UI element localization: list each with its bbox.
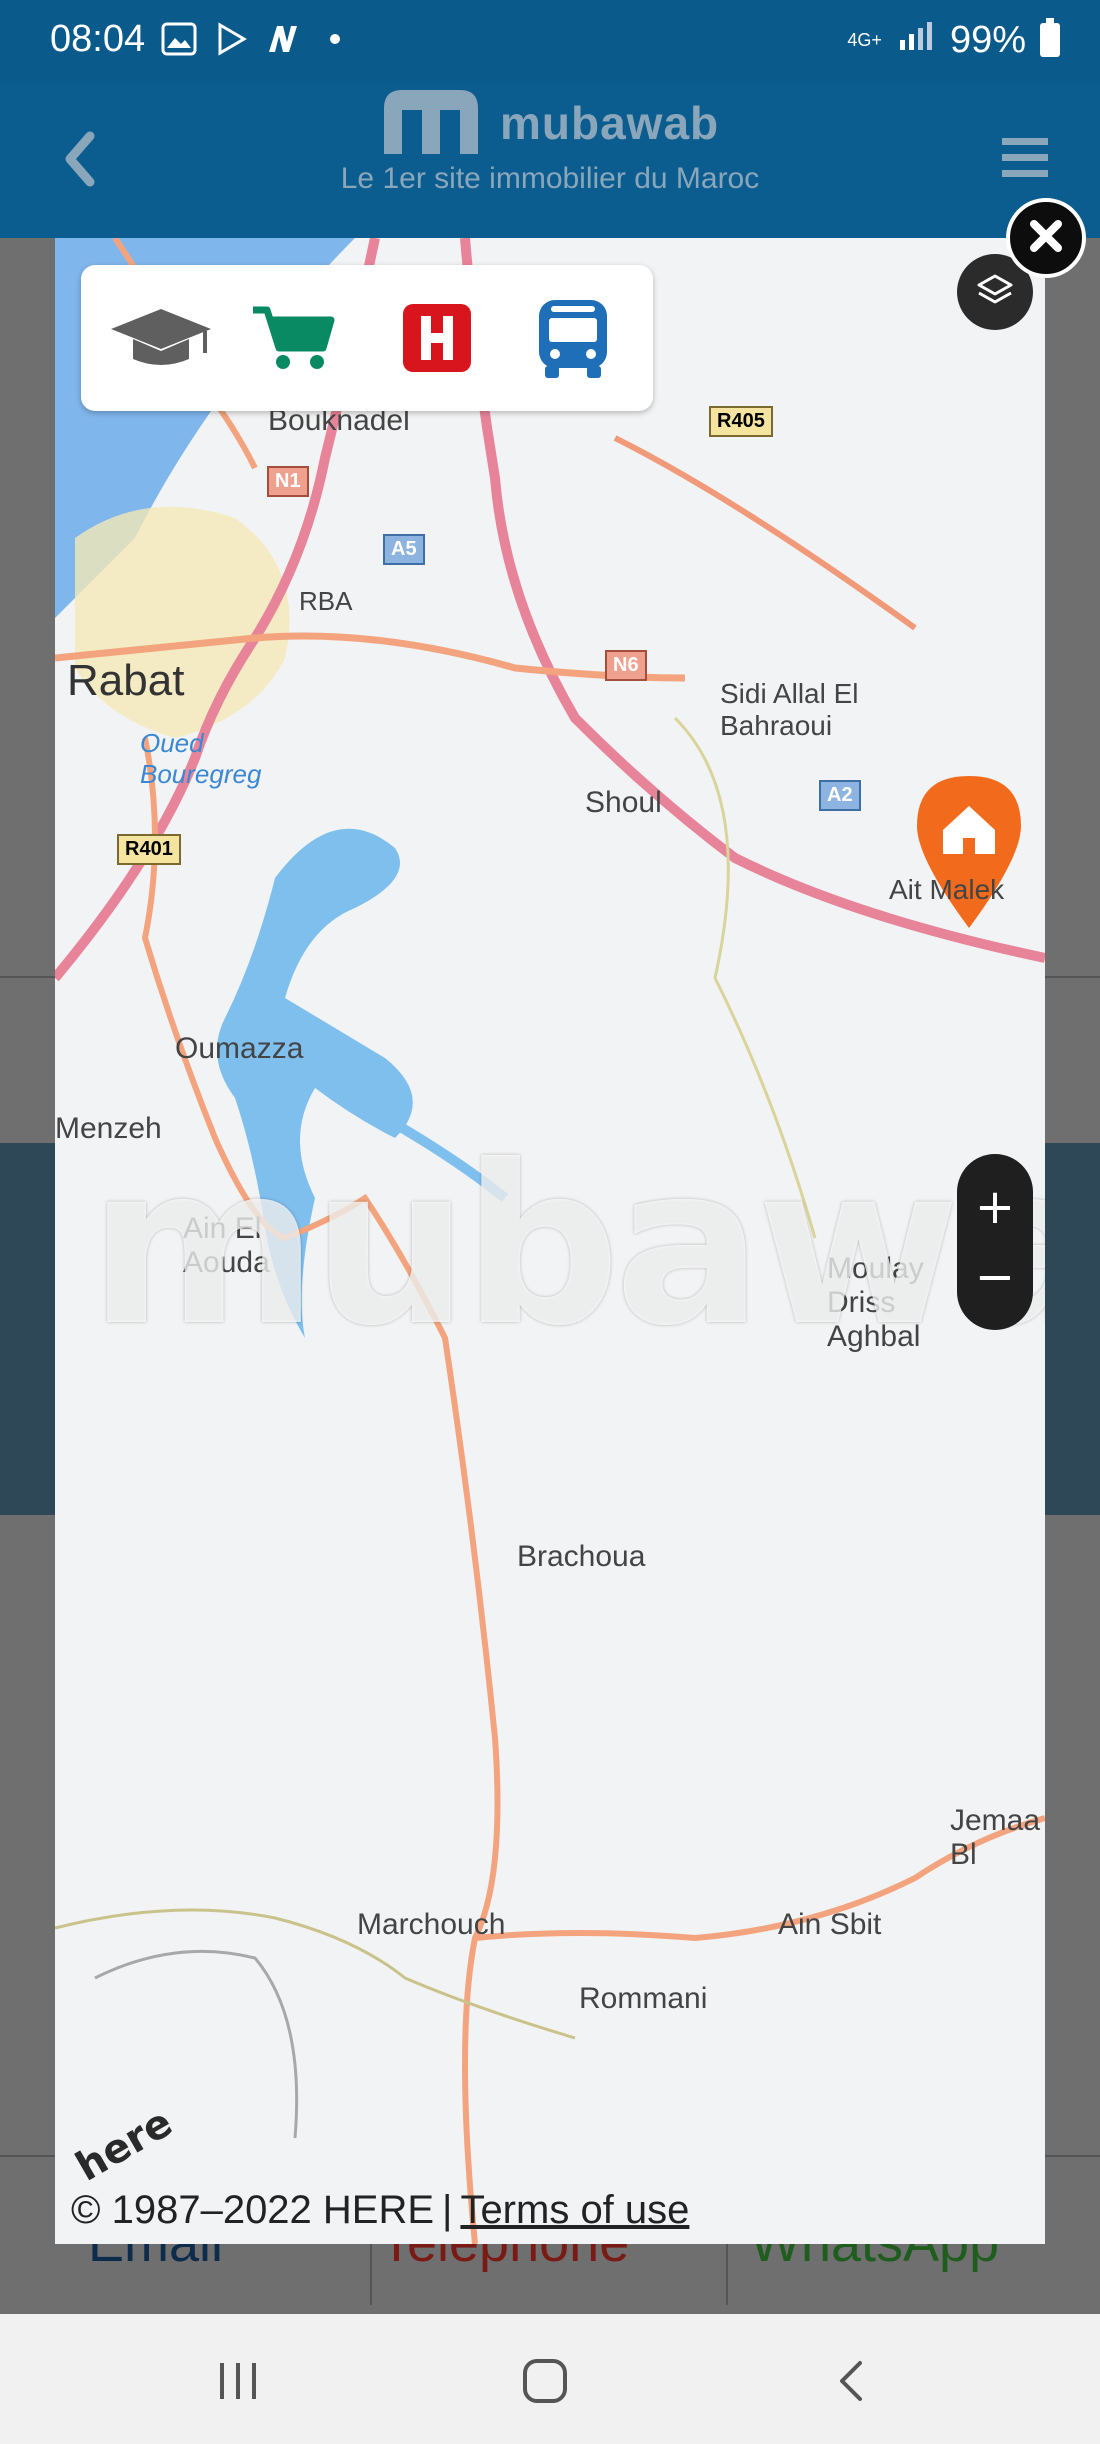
brand-tagline: Le 1er site immobilier du Maroc bbox=[340, 162, 760, 195]
status-time: 08:04 bbox=[50, 18, 146, 60]
terms-of-use-link[interactable]: Terms of use bbox=[460, 2188, 689, 2232]
place-label: Rommani bbox=[579, 1982, 708, 2015]
zoom-control: + − bbox=[957, 1154, 1033, 1330]
n-app-icon bbox=[264, 20, 302, 58]
layers-icon bbox=[975, 270, 1015, 315]
close-icon bbox=[1026, 216, 1066, 261]
map-attribution: © 1987–2022 HERE | Terms of use bbox=[71, 2188, 689, 2233]
copyright-text: © 1987–2022 HERE bbox=[71, 2188, 435, 2232]
app-header: mubawab Le 1er site immobilier du Maroc bbox=[0, 84, 1100, 238]
road-shield: R405 bbox=[709, 406, 773, 437]
shopping-cart-icon[interactable] bbox=[241, 293, 345, 383]
gallery-icon bbox=[160, 20, 198, 58]
recent-apps-button[interactable] bbox=[198, 2346, 278, 2416]
place-label: Oued Bouregreg bbox=[140, 728, 262, 789]
system-back-button[interactable] bbox=[812, 2346, 892, 2416]
place-label: Marchouch bbox=[357, 1908, 506, 1941]
dot-icon bbox=[316, 20, 354, 58]
home-button[interactable] bbox=[505, 2346, 585, 2416]
place-label: Brachoua bbox=[517, 1540, 646, 1573]
place-label: Oumazza bbox=[175, 1032, 304, 1065]
signal-icon bbox=[896, 18, 936, 62]
battery-level: 99% bbox=[949, 18, 1026, 61]
navigation-bar bbox=[0, 2314, 1100, 2444]
bus-icon[interactable] bbox=[521, 293, 625, 383]
place-label: Ain Sbit bbox=[778, 1908, 882, 1941]
battery-icon bbox=[1040, 18, 1060, 57]
logo: mubawab Le 1er site immobilier du Maroc bbox=[0, 84, 1100, 238]
place-label: RBA bbox=[299, 586, 353, 616]
education-icon[interactable] bbox=[109, 293, 213, 383]
zoom-out-button[interactable]: − bbox=[957, 1242, 1033, 1312]
play-store-icon bbox=[212, 20, 250, 58]
hospital-icon[interactable] bbox=[385, 293, 489, 383]
close-map-button[interactable] bbox=[1006, 198, 1086, 278]
zoom-in-button[interactable]: + bbox=[957, 1172, 1033, 1242]
road-shield: N6 bbox=[605, 650, 647, 681]
road-shield: N1 bbox=[267, 466, 309, 497]
map-modal[interactable]: Bouknadel RBA Rabat Oued Bouregreg Sidi … bbox=[55, 238, 1045, 2244]
network-type: 4G+ bbox=[847, 29, 882, 50]
logo-m-icon bbox=[378, 84, 484, 161]
place-label: Ait Malek bbox=[889, 874, 1005, 905]
place-label: Jemaa Bl bbox=[950, 1804, 1041, 1871]
road-shield: A5 bbox=[383, 534, 425, 565]
place-label: Rabat bbox=[67, 656, 185, 705]
road-shield: A2 bbox=[819, 780, 861, 811]
place-label: Shoul bbox=[585, 786, 662, 819]
poi-filter-bar bbox=[81, 265, 653, 411]
road-shield: R401 bbox=[117, 834, 181, 865]
status-bar: 08:04 4G+ 99% bbox=[0, 0, 1100, 84]
brand-name: mubawab bbox=[500, 96, 720, 149]
place-label: Sidi Allal El Bahraoui bbox=[720, 678, 859, 741]
menu-button[interactable] bbox=[1000, 136, 1050, 180]
attribution-separator: | bbox=[442, 2188, 453, 2232]
map-watermark: mubawab bbox=[89, 1118, 1045, 1374]
